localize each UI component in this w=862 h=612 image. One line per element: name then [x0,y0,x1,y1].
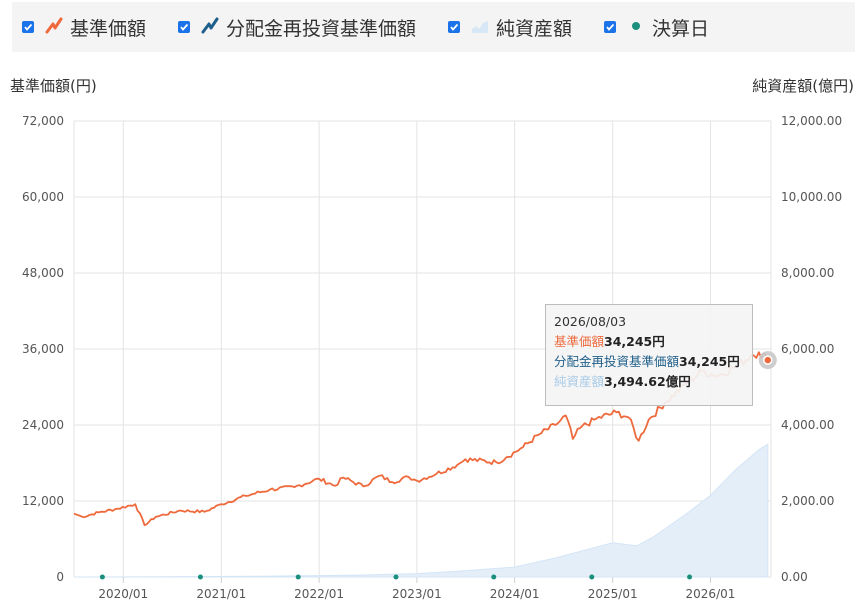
settlement-dot [295,574,301,580]
chart-tooltip: 2026/08/03 基準価額34,245円 分配金再投資基準価額34,245円… [545,304,753,406]
y-left-tick-label: 72,000 [22,114,64,128]
settlement-dot [99,574,105,580]
y-right-tick-label: 8,000.00 [781,266,834,280]
y-right-tick-label: 0.00 [781,570,808,584]
y-right-tick-label: 6,000.00 [781,342,834,356]
x-tick-label: 2021/01 [196,587,246,601]
tooltip-row-nav: 基準価額34,245円 [554,332,752,352]
y-right-tick-label: 4,000.00 [781,418,834,432]
highlight-layer [758,351,777,370]
tooltip-value-nav: 34,245円 [604,334,665,349]
x-tick-label: 2020/01 [98,587,148,601]
settlement-dot [491,574,497,580]
y-right-tick-label: 12,000.00 [781,114,842,128]
y-right-tick-label: 10,000.00 [781,190,842,204]
x-tick-label: 2024/01 [490,587,540,601]
y-left-tick-label: 0 [56,570,64,584]
settlement-dot [589,574,595,580]
tooltip-label-reinvest: 分配金再投資基準価額 [554,354,680,369]
x-tick-label: 2023/01 [392,587,442,601]
x-tick-label: 2022/01 [294,587,344,601]
tooltip-value-reinvest: 34,245円 [679,354,740,369]
y-right-tick-label: 2,000.00 [781,494,834,508]
y-left-tick-label: 60,000 [22,190,64,204]
x-tick-label: 2025/01 [588,587,638,601]
tooltip-label-net-assets: 純資産額 [554,374,605,389]
y-left-tick-label: 24,000 [22,418,64,432]
y-left-tick-label: 12,000 [22,494,64,508]
tooltip-label-nav: 基準価額 [554,334,605,349]
tooltip-value-net-assets: 3,494.62億円 [604,374,691,389]
tooltip-row-net-assets: 純資産額3,494.62億円 [554,372,752,392]
settlement-dot [393,574,399,580]
y-left-tick-label: 36,000 [22,342,64,356]
settlement-dot [687,574,693,580]
tooltip-date: 2026/08/03 [554,314,627,329]
x-tick-label: 2026/01 [686,587,736,601]
tooltip-row-reinvest: 分配金再投資基準価額34,245円 [554,352,752,372]
highlight-point [763,355,773,365]
y-left-tick-label: 48,000 [22,266,64,280]
settlement-dot [197,574,203,580]
